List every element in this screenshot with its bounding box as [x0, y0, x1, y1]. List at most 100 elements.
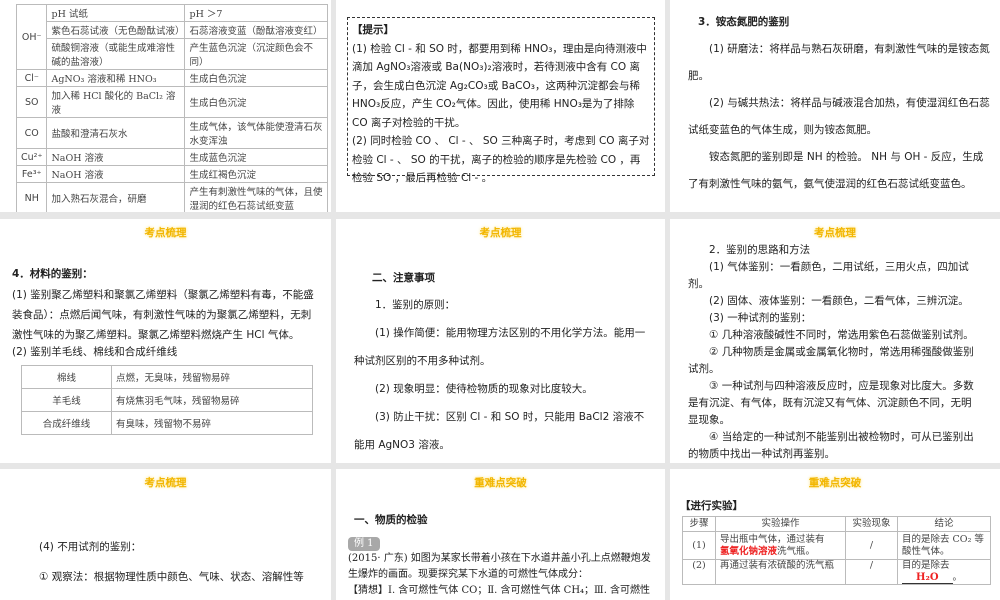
- paragraph: ③ 一种试剂与四种溶液反应时，应是现象对比度大。多数是有沉淀、有气体，既有沉淀又…: [688, 380, 974, 426]
- slide-title: 重难点突破: [474, 477, 527, 489]
- step-cell: (1): [682, 531, 716, 560]
- section-heading: 一、物质的检验: [354, 514, 428, 526]
- phenomenon-cell: 生成蓝色沉淀: [184, 148, 328, 166]
- paragraph: ① 几种溶液酸碱性不同时，常选用紫色石蕊做鉴别试剂。: [709, 329, 974, 341]
- slide-8[interactable]: 重难点突破 一、物质的检验 例 1 (2015· 广东) 如图为某家长带着小孩在…: [336, 469, 665, 600]
- slide-title: 考点梳理: [144, 477, 187, 489]
- conclusion-cell: 目的是除去 H₂O。: [897, 559, 991, 585]
- slide-7[interactable]: 考点梳理 (4) 不用试剂的鉴别： ① 观察法：根据物理性质中颜色、气味、状态、…: [0, 469, 331, 600]
- table-row: OH⁻ pH 试纸 pH ＞7: [15, 4, 328, 70]
- conclusion-text: 。: [952, 572, 963, 583]
- slide-2[interactable]: 【提示】 (1) 检验 Cl - 和 SO 时，都要用到稀 HNO₃，理由是向待…: [336, 0, 665, 212]
- ion-cell: SO: [15, 86, 48, 118]
- conclusion-cell: 目的是除去 CO₂ 等酸性气体。: [897, 531, 991, 560]
- phenomenon-cell: /: [845, 559, 898, 585]
- header-cell: 结论: [897, 516, 991, 532]
- phenomenon-cell: 点燃，无臭味，残留物易碎: [111, 365, 313, 389]
- reagent-cell: AgNO₃ 溶液和稀 HNO₃: [46, 69, 186, 87]
- table-row: Cl⁻ AgNO₃ 溶液和稀 HNO₃ 生成白色沉淀: [15, 69, 328, 87]
- header-cell: 实验操作: [715, 516, 846, 532]
- table-row: 合成纤维线 有臭味，残留物不易碎: [21, 411, 313, 435]
- example-badge: 例 1: [348, 537, 380, 551]
- paragraph: (2) 鉴别羊毛线、棉线和合成纤维线: [12, 346, 178, 358]
- phenomenon-cell: 生成白色沉淀: [184, 86, 328, 118]
- ion-cell: Cl⁻: [15, 69, 48, 87]
- phenomenon-cell: 有臭味，残留物不易碎: [111, 411, 313, 435]
- phenomenon-cell: 生成白色沉淀: [184, 69, 328, 87]
- paragraph: (2) 现象明显：使待检物质的现象对比度较大。: [375, 383, 593, 395]
- slide-6[interactable]: 考点梳理 2．鉴别的思路和方法 (1) 气体鉴别：一看颜色，二用试纸，三用火点，四…: [670, 219, 1000, 463]
- paragraph: 【猜想】Ⅰ. 含可燃性气体 CO；Ⅱ. 含可燃性气体 CH₄；Ⅲ. 含可燃性气体…: [348, 585, 651, 596]
- paragraph: ④ 当给定的一种试剂不能鉴别出被检物时，可从已鉴别出的物质中找出一种试剂再鉴别。: [688, 431, 974, 460]
- table-row: 硫酸铜溶液（或能生成难溶性碱的盐溶液） 产生蓝色沉淀（沉淀颜色会不同）: [17, 38, 328, 70]
- reagent-cell: 硫酸铜溶液（或能生成难溶性碱的盐溶液）: [46, 38, 186, 70]
- phenomenon-cell: /: [845, 531, 898, 560]
- table-row: NH 加入熟石灰混合，研磨 产生有刺激性气味的气体，且使湿润的红色石蕊试纸变蓝: [15, 182, 328, 212]
- conclusion-text: 目的是除去: [902, 560, 950, 571]
- paragraph: 铵态氮肥的鉴别即是 NH 的检验。 NH 与 OH - 反应，生成了有刺激性气味…: [688, 151, 984, 190]
- table-row: (1) 导出瓶中气体，通过装有 氢氧化钠溶液洗气瓶。 / 目的是除去 CO₂ 等酸…: [682, 531, 991, 560]
- paragraph: (1) 操作简便：能用物理方法区别的不用化学方法。能用一种试剂区别的不用多种试剂…: [354, 327, 646, 367]
- tip-title: 【提示】: [352, 24, 394, 36]
- operation-cell: 导出瓶中气体，通过装有 氢氧化钠溶液洗气瓶。: [715, 531, 846, 560]
- slide-9[interactable]: 重难点突破 【进行实验】 步骤 实验操作 实验现象 结论 (1) 导出瓶中气体，…: [670, 469, 1000, 600]
- paragraph: (1) 研磨法：将样品与熟石灰研磨，有刺激性气味的是铵态氮肥。: [688, 43, 990, 82]
- phenomenon-cell: pH ＞7: [184, 4, 328, 22]
- step-cell: (2): [682, 559, 716, 585]
- slide-title: 重难点突破: [808, 477, 862, 489]
- tip-box: 【提示】 (1) 检验 Cl - 和 SO 时，都要用到稀 HNO₃，理由是向待…: [347, 17, 655, 184]
- paragraph: (3) 防止干扰：区别 Cl - 和 SO 时，只能用 BaCl2 溶液不能用 …: [354, 411, 645, 451]
- slide-5[interactable]: 考点梳理 二、注意事项 1．鉴别的原则： (1) 操作简便：能用物理方法区别的不…: [336, 219, 665, 463]
- paragraph: (2015· 广东) 如图为某家长带着小孩在下水道井盖小孔上点燃鞭炮发生爆炸的画…: [348, 553, 651, 580]
- paragraph: 2．鉴别的思路和方法: [709, 244, 811, 256]
- slide-4[interactable]: 考点梳理 4．材料的鉴别： (1) 鉴别聚乙烯塑料和聚氯乙烯塑料（聚氯乙烯塑料有…: [0, 219, 331, 463]
- ion-cell: Fe³⁺: [15, 165, 48, 183]
- table-row: SO 加入稀 HCl 酸化的 BaCl₂ 溶液 生成白色沉淀: [15, 86, 328, 118]
- reagent-cell: NaOH 溶液: [46, 165, 186, 183]
- reagent-cell: NaOH 溶液: [46, 148, 186, 166]
- paragraph: (1) 气体鉴别：一看颜色，二用试纸，三用火点，四加试剂。: [688, 261, 969, 290]
- table-row: 羊毛线 有烧焦羽毛气味，残留物易碎: [21, 388, 313, 412]
- table-row: Fe³⁺ NaOH 溶液 生成红褐色沉淀: [15, 165, 328, 183]
- phenomenon-cell: 石蕊溶液变蓝（酚酞溶液变红）: [184, 21, 328, 39]
- header-cell: 步骤: [682, 516, 716, 532]
- header-cell: 实验现象: [845, 516, 898, 532]
- experiment-table: 步骤 实验操作 实验现象 结论 (1) 导出瓶中气体，通过装有 氢氧化钠溶液洗气瓶…: [682, 516, 991, 585]
- slide-title: 考点梳理: [814, 227, 856, 239]
- reagent-cell: 加入熟石灰混合，研磨: [46, 182, 186, 212]
- table-row: 棉线 点燃，无臭味，残留物易碎: [21, 365, 313, 389]
- reagent-cell: pH 试纸: [46, 4, 186, 22]
- table-row: 紫色石蕊试液（无色酚酞试液） 石蕊溶液变蓝（酚酞溶液变红）: [17, 21, 328, 39]
- phenomenon-cell: 有烧焦羽毛气味，残留物易碎: [111, 388, 313, 412]
- paragraph: (4) 不用试剂的鉴别：: [39, 541, 142, 553]
- phenomenon-cell: 产生有刺激性气味的气体，且使湿润的红色石蕊试纸变蓝: [184, 182, 328, 212]
- paragraph: (2) 与碱共热法：将样品与碱液混合加热，有使湿润红色石蕊试纸变蓝色的气体生成，…: [688, 97, 990, 136]
- phenomenon-cell: 产生蓝色沉淀（沉淀颜色会不同）: [184, 38, 328, 70]
- operation-text: 洗气瓶。: [777, 545, 816, 557]
- answer-text: H₂O: [902, 572, 953, 584]
- paragraph: ② 几种物质是金属或金属氧化物时，常选用稀强酸做鉴别试剂。: [688, 346, 974, 375]
- material-cell: 羊毛线: [21, 388, 112, 412]
- table-row: Cu²⁺ NaOH 溶液 生成蓝色沉淀: [15, 148, 328, 166]
- slide-title: 考点梳理: [479, 227, 522, 239]
- ion-test-table: OH⁻ pH 试纸 pH ＞7 紫色石蕊试液（无色酚酞试液） 石蕊溶液变蓝（酚酞溶液变红…: [15, 4, 328, 212]
- section-heading: 4．材料的鉴别：: [12, 268, 93, 280]
- phenomenon-cell: 生成气体，该气体能使澄清石灰水变浑浊: [184, 117, 328, 149]
- ion-cell: Cu²⁺: [15, 148, 48, 166]
- operation-cell: 再通过装有浓硫酸的洗气瓶: [715, 559, 846, 585]
- reagent-cell: 加入稀 HCl 酸化的 BaCl₂ 溶液: [46, 86, 186, 118]
- table-row: (2) 再通过装有浓硫酸的洗气瓶 / 目的是除去 H₂O。: [682, 559, 991, 585]
- reagent-cell: 盐酸和澄清石灰水: [46, 117, 186, 149]
- paragraph: 1．鉴别的原则：: [375, 299, 456, 311]
- paragraph: (1) 鉴别聚乙烯塑料和聚氯乙烯塑料（聚氯乙烯塑料有毒，不能盛装食品）：点燃后闻…: [12, 289, 314, 341]
- operation-text: 导出瓶中气体，通过装有: [720, 533, 825, 545]
- material-cell: 棉线: [21, 365, 112, 389]
- section-heading: 3．铵态氮肥的鉴别: [698, 16, 790, 28]
- slide-title: 考点梳理: [144, 227, 187, 239]
- tip-paragraph-1: (1) 检验 Cl - 和 SO 时，都要用到稀 HNO₃，理由是向待测液中滴加…: [352, 42, 647, 129]
- paragraph: (2) 固体、液体鉴别：一看颜色，二看气体，三辨沉淀。: [709, 295, 969, 307]
- slide-3[interactable]: 3．铵态氮肥的鉴别 (1) 研磨法：将样品与熟石灰研磨，有刺激性气味的是铵态氮肥…: [670, 0, 1000, 212]
- slide-1[interactable]: OH⁻ pH 试纸 pH ＞7 紫色石蕊试液（无色酚酞试液） 石蕊溶液变蓝（酚酞溶液变红…: [0, 0, 331, 212]
- ion-cell: OH⁻: [15, 4, 48, 70]
- reagent-cell: 紫色石蕊试液（无色酚酞试液）: [46, 21, 186, 39]
